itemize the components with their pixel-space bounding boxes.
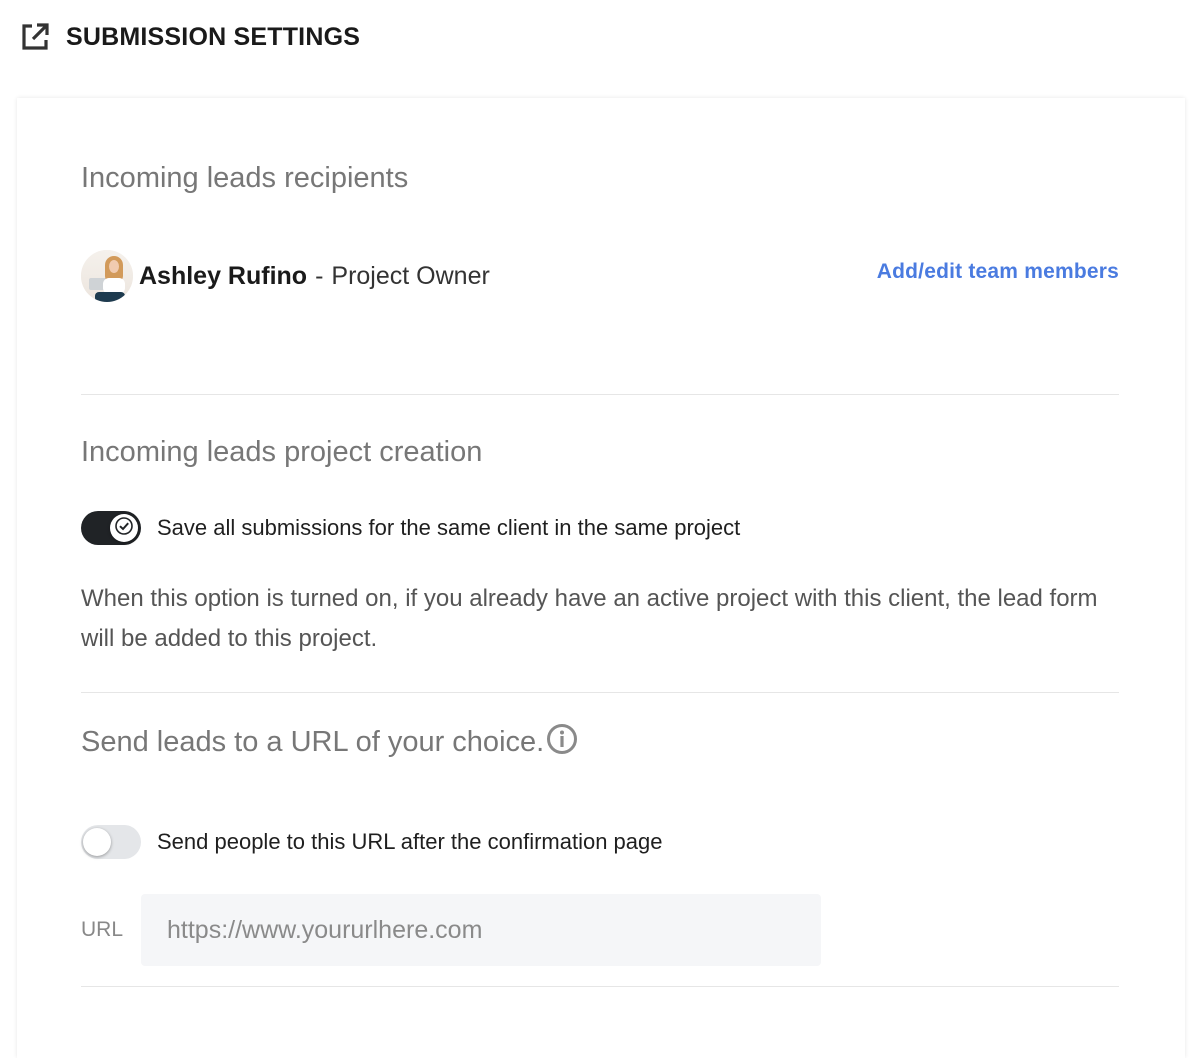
same-project-toggle[interactable] <box>81 511 141 545</box>
toggle-knob <box>110 514 138 542</box>
recipient-name: Ashley Rufino <box>139 261 308 290</box>
recipient-role: Project Owner <box>331 261 490 290</box>
url-input[interactable] <box>141 894 821 966</box>
avatar <box>81 250 133 302</box>
same-project-toggle-row: Save all submissions for the same client… <box>81 511 740 545</box>
divider <box>81 692 1119 693</box>
divider <box>81 394 1119 395</box>
page-header: SUBMISSION SETTINGS <box>20 22 360 52</box>
recipients-section-title: Incoming leads recipients <box>81 162 409 194</box>
url-label: URL <box>81 918 124 941</box>
project-creation-section-title: Incoming leads project creation <box>81 436 483 468</box>
divider <box>81 986 1119 987</box>
redirect-url-toggle-row: Send people to this URL after the confir… <box>81 825 663 859</box>
same-project-toggle-label: Save all submissions for the same client… <box>157 515 741 540</box>
same-project-help-text: When this option is turned on, if you al… <box>81 585 1098 652</box>
add-edit-team-members-link[interactable]: Add/edit team members <box>877 260 1119 284</box>
check-icon <box>115 516 133 540</box>
url-row: URL <box>81 894 821 966</box>
external-link-icon <box>20 22 50 52</box>
recipient-separator: - <box>315 261 324 290</box>
info-icon[interactable] <box>546 723 578 763</box>
toggle-knob <box>83 828 111 856</box>
page-title: SUBMISSION SETTINGS <box>66 22 361 51</box>
send-url-section-title: Send leads to a URL of your choice. <box>81 723 578 766</box>
recipient-row: Ashley Rufino - Project Owner <box>81 250 490 302</box>
redirect-url-toggle-label: Send people to this URL after the confir… <box>157 829 663 854</box>
send-url-title-text: Send leads to a URL of your choice. <box>81 726 545 758</box>
redirect-url-toggle[interactable] <box>81 825 141 859</box>
settings-card: Incoming leads recipients Ashley Rufino … <box>17 98 1185 1058</box>
